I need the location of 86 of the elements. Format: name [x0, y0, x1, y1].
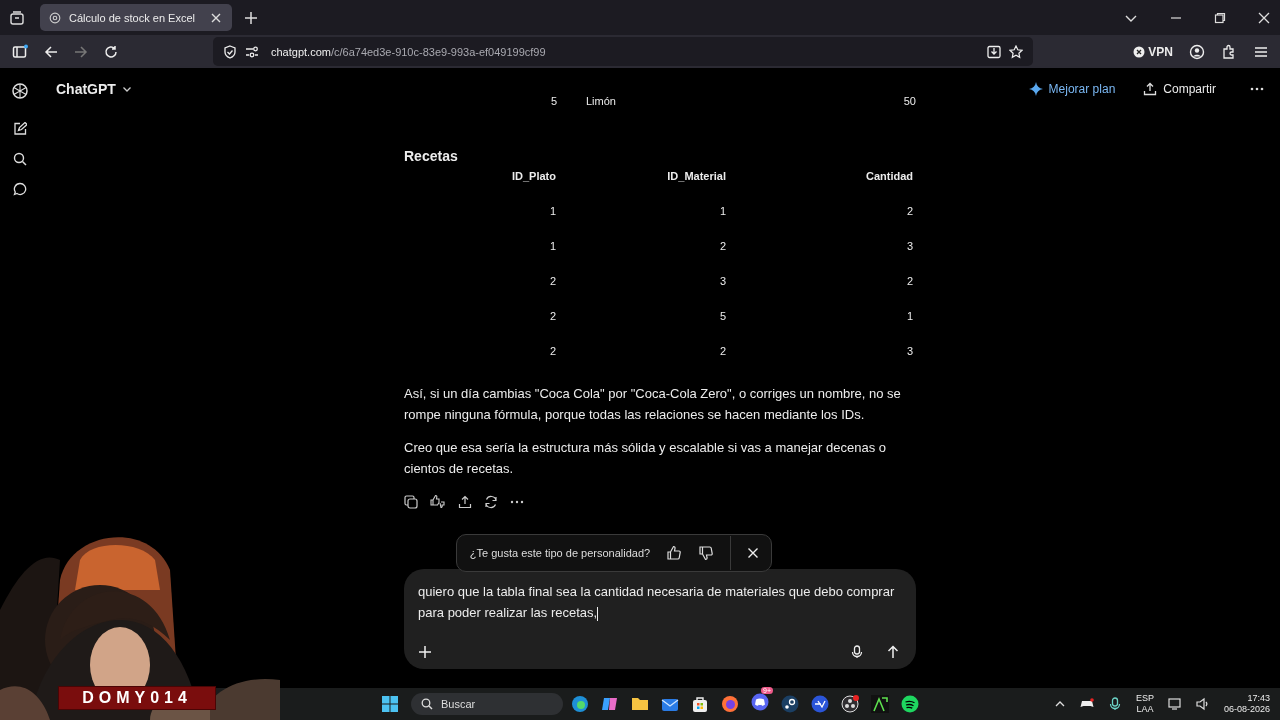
- extensions-icon[interactable]: [1221, 43, 1237, 60]
- table-cell-text: 3: [905, 344, 913, 359]
- table-cell-text: 50: [902, 95, 916, 109]
- forward-icon[interactable]: [74, 44, 88, 59]
- table-cell-text: 1: [905, 309, 913, 324]
- search-field[interactable]: Buscar: [411, 693, 563, 715]
- close-icon[interactable]: [1258, 11, 1270, 24]
- column-header: ID_Plato: [511, 169, 556, 184]
- sparkle-icon: [1028, 82, 1043, 96]
- model-selector[interactable]: ChatGPT: [56, 81, 116, 97]
- copilot-icon[interactable]: [601, 695, 619, 713]
- close-icon[interactable]: [210, 11, 222, 24]
- thumbs-up-icon[interactable]: [666, 545, 683, 561]
- share-icon: [1143, 82, 1158, 96]
- table-cell-text: 2: [548, 274, 556, 289]
- response-paragraph: Así, si un día cambias "Coca Cola" por "Coca-Cola Zero", o corriges un nombre, no se rompe ninguna fórmula, porque todas las relaciones se hacen mediante los IDs.: [404, 385, 902, 424]
- url-text: chatgpt.com/c/6a74ed3e-910c-83e9-993a-ef049199cf99: [271, 45, 546, 58]
- obs-recording-icon[interactable]: [841, 695, 859, 713]
- message-field[interactable]: quiero que la tabla final sea la cantidad necesaria de materiales que debo comprar para poder realizar las recetas,: [404, 569, 916, 669]
- browser-tab[interactable]: Cálculo de stock en Excel: [40, 4, 232, 31]
- share-button[interactable]: Compartir: [1137, 78, 1222, 100]
- windows-icon[interactable]: [381, 695, 399, 713]
- close-icon[interactable]: [747, 547, 760, 559]
- upgrade-button[interactable]: Mejorar plan: [1022, 78, 1122, 100]
- response-paragraph: Creo que esa sería la estructura más sólida y escalable si vas a manejar decenas o cientos de recetas.: [404, 439, 887, 478]
- reload-icon[interactable]: [104, 44, 118, 59]
- restore-icon[interactable]: [1214, 11, 1226, 24]
- table-cell-text: 1: [718, 204, 726, 219]
- thumbs-icon[interactable]: [430, 494, 446, 510]
- table-cell-text: 3: [905, 239, 913, 254]
- section-heading: Recetas: [404, 148, 459, 164]
- folder-icon[interactable]: [631, 695, 649, 713]
- streamer-banner: DOMY014: [58, 686, 216, 710]
- microphone-icon[interactable]: [1107, 697, 1122, 711]
- steam-icon[interactable]: [781, 695, 799, 713]
- table-cell-text: Limón: [585, 95, 617, 109]
- address-bar[interactable]: chatgpt.com/c/6a74ed3e-910c-83e9-993a-ef049199cf99: [213, 37, 1033, 66]
- share-icon[interactable]: [458, 495, 472, 509]
- regenerate-icon[interactable]: [484, 495, 498, 509]
- vpn-button[interactable]: VPN: [1133, 44, 1173, 59]
- table-cell-text: 2: [905, 204, 913, 219]
- plus-icon[interactable]: [418, 645, 432, 659]
- speaker-icon[interactable]: [1195, 697, 1210, 711]
- tab-title: Cálculo de stock en Excel: [69, 11, 196, 24]
- table-cell-text: 2: [905, 274, 913, 289]
- back-icon[interactable]: [44, 44, 58, 59]
- network-icon[interactable]: [1167, 697, 1182, 711]
- clock[interactable]: 17:43 06-08-2026: [1223, 693, 1270, 715]
- download-icon[interactable]: [987, 44, 1001, 59]
- sliders-icon[interactable]: [245, 44, 259, 59]
- search-icon[interactable]: [13, 152, 27, 166]
- table-cell-text: 2: [718, 239, 726, 254]
- table-cell-text: 5: [718, 309, 726, 324]
- column-header: Cantidad: [864, 169, 913, 184]
- discord-icon[interactable]: [751, 693, 769, 711]
- close-circle-icon: [1133, 45, 1146, 58]
- message-text: quiero que la tabla final sea la cantidad necesaria de materiales que debo comprar para poder realizar las recetas,: [418, 583, 896, 623]
- search-icon: [421, 698, 433, 710]
- shield-icon: [223, 44, 237, 59]
- table-cell-text: 5: [549, 95, 557, 109]
- table-cell-text: 2: [548, 344, 556, 359]
- column-header: ID_Material: [666, 169, 726, 184]
- account-icon[interactable]: [1189, 43, 1205, 60]
- firefox-icon[interactable]: [721, 695, 739, 713]
- chat-bubble-icon[interactable]: [13, 182, 27, 196]
- table-cell-text: 2: [548, 309, 556, 324]
- tab-list-icon[interactable]: [9, 9, 25, 26]
- edge-browser-icon[interactable]: [571, 695, 589, 713]
- microphone-icon[interactable]: [850, 645, 864, 659]
- language-indicator[interactable]: ESP LAA: [1135, 693, 1154, 715]
- new-tab-icon[interactable]: [244, 10, 258, 25]
- thumbs-down-icon[interactable]: [698, 545, 715, 561]
- table-cell-text: 1: [548, 204, 556, 219]
- table-cell-text: 3: [718, 274, 726, 289]
- send-arrow-icon[interactable]: [886, 645, 900, 659]
- table-cell-text: 2: [718, 344, 726, 359]
- app-lambda-icon[interactable]: [871, 695, 889, 713]
- feedback-question: ¿Te gusta este tipo de personalidad?: [469, 547, 651, 559]
- star-icon[interactable]: [1009, 44, 1023, 59]
- edit-icon[interactable]: [13, 122, 27, 136]
- table-cell-text: 1: [548, 239, 556, 254]
- store-bag-icon[interactable]: [691, 695, 709, 713]
- sidebar-icon[interactable]: [12, 43, 28, 60]
- copy-icon[interactable]: [404, 495, 418, 509]
- chevron-down-icon[interactable]: [121, 84, 132, 94]
- spotify-icon[interactable]: [901, 695, 919, 713]
